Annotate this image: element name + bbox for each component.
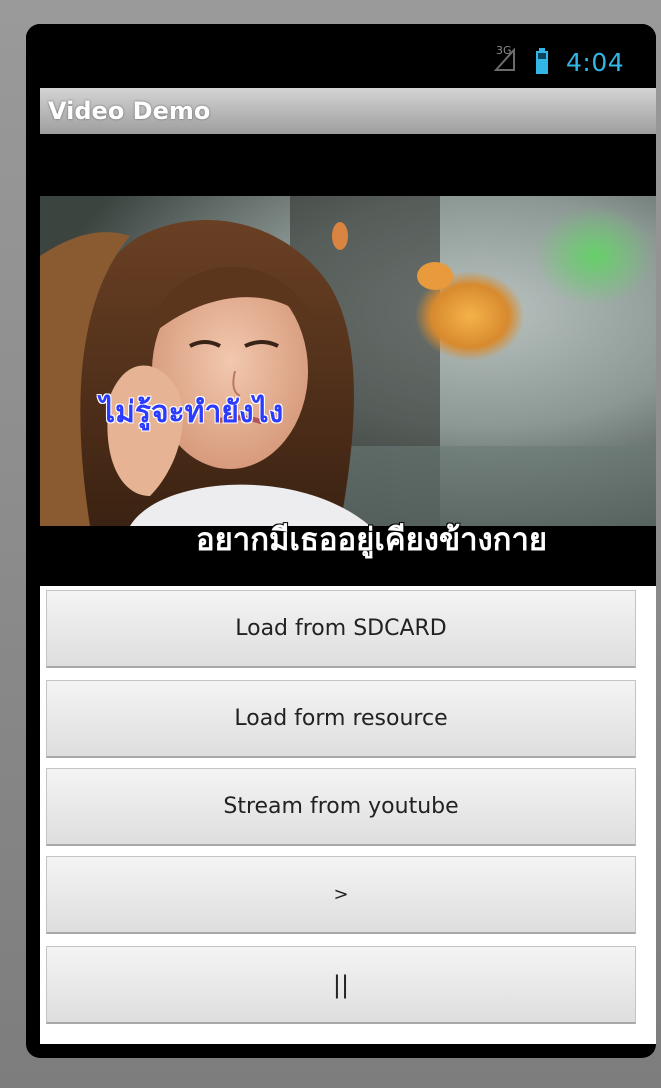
video-frame-image (40, 196, 656, 526)
video-view[interactable]: ไม่รู้จะทำยังไง อยากมีเธออยู่เคียงข้างกา… (40, 134, 656, 586)
status-bar: 3G 4:04 (26, 24, 656, 86)
app-title: Video Demo (48, 97, 211, 125)
video-subtitle-line-2: อยากมีเธออยู่เคียงข้างกาย (196, 522, 548, 558)
signal-icon (494, 47, 515, 71)
pause-button[interactable]: || (46, 946, 636, 1024)
stream-from-youtube-button[interactable]: Stream from youtube (46, 768, 636, 846)
video-subtitle-line-1: ไม่รู้จะทำยังไง (100, 395, 284, 430)
battery-icon (536, 48, 548, 74)
title-bar: Video Demo (40, 88, 656, 134)
play-button[interactable]: > (46, 856, 636, 934)
device-frame: 3G 4:04 Video Demo ไม่รู้จะทำยังไง อยากม… (0, 0, 661, 1088)
load-from-sdcard-button[interactable]: Load from SDCARD (46, 590, 636, 668)
button-panel: Load from SDCARD Load form resource Stre… (40, 586, 656, 1044)
device-screen: 3G 4:04 Video Demo ไม่รู้จะทำยังไง อยากม… (26, 24, 656, 1058)
video-frame (40, 196, 656, 526)
load-from-resource-button[interactable]: Load form resource (46, 680, 636, 758)
status-time: 4:04 (566, 48, 625, 77)
